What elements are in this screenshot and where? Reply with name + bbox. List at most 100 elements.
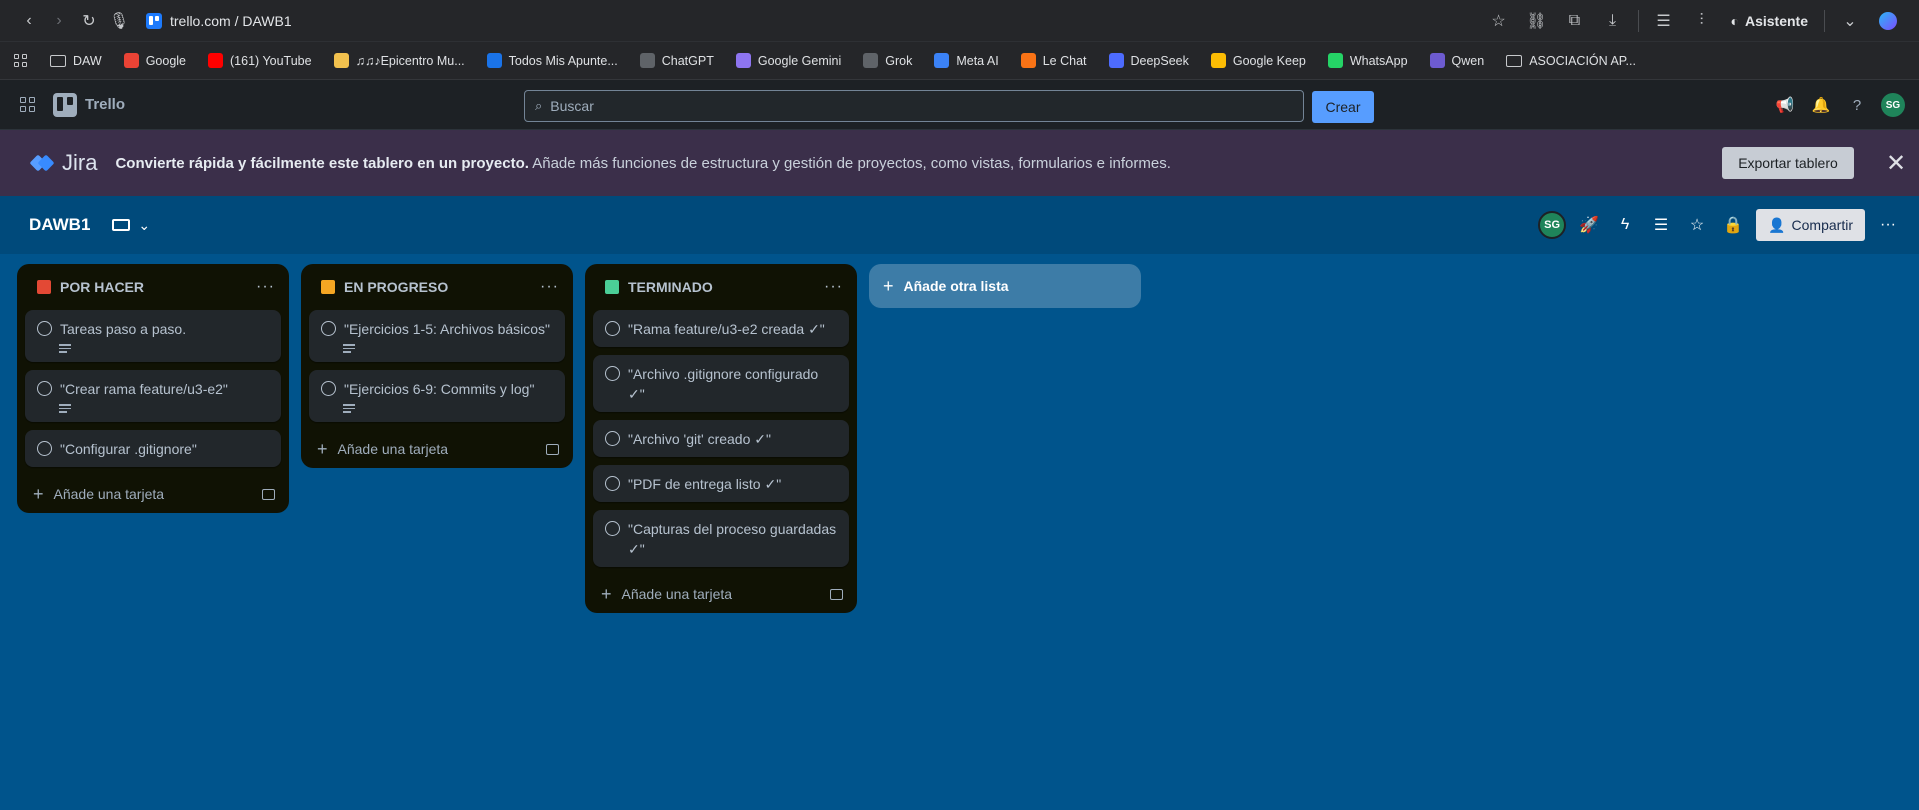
card-title: "Ejercicios 1-5: Archivos básicos" [344, 321, 551, 337]
bookmark-item[interactable]: WhatsApp [1319, 47, 1417, 75]
list-header[interactable]: POR HACER ··· [17, 264, 289, 310]
card-template-icon[interactable] [830, 588, 843, 600]
lock-icon[interactable]: 🔒 [1720, 212, 1746, 238]
bookmark-item[interactable]: DAW [41, 47, 111, 75]
list-title[interactable]: TERMINADO [628, 279, 824, 295]
star-icon[interactable]: ☆ [1482, 6, 1516, 36]
bookmark-item[interactable]: ASOCIACIÓN AP... [1497, 47, 1645, 75]
bookmark-item[interactable]: Google Gemini [727, 47, 850, 75]
card-title: "Capturas del proceso guardadas ✓" [628, 521, 837, 557]
link-icon[interactable]: ⛓ [1520, 6, 1554, 36]
bookmark-label: ChatGPT [661, 53, 714, 68]
card-title: "Archivo .gitignore configurado ✓" [628, 366, 819, 402]
star-icon[interactable]: ☆ [1684, 212, 1710, 238]
bookmark-item[interactable]: Todos Mis Apunte... [478, 47, 627, 75]
create-button[interactable]: Crear [1312, 91, 1374, 123]
search-input[interactable] [550, 98, 1251, 114]
add-card-button[interactable]: + Añade una tarjeta [301, 430, 573, 468]
card-title: "PDF de entrega listo ✓" [628, 476, 782, 492]
list-header[interactable]: EN PROGRESO ··· [301, 264, 573, 310]
card[interactable]: "Archivo 'git' creado ✓" [593, 420, 849, 457]
card[interactable]: "Archivo .gitignore configurado ✓" [593, 355, 849, 412]
assistant-button[interactable]: ◐ Asistente [1723, 13, 1817, 29]
search-box[interactable]: ⌕ [524, 90, 1304, 122]
bookmark-item[interactable]: Meta AI [925, 47, 1007, 75]
chevron-down-icon[interactable]: ⌄ [1833, 6, 1867, 36]
help-icon[interactable]: ? [1845, 93, 1869, 117]
card-complete-checkbox[interactable] [605, 431, 620, 446]
list-column[interactable]: TERMINADO ··· "Rama feature/u3-e2 creada ✓… [585, 264, 857, 613]
forward-icon[interactable]: › [44, 6, 74, 36]
card[interactable]: "Ejercicios 1-5: Archivos básicos" [309, 310, 565, 362]
close-icon[interactable]: ✕ [1880, 147, 1912, 179]
card-complete-checkbox[interactable] [605, 366, 620, 381]
list-header[interactable]: TERMINADO ··· [585, 264, 857, 310]
card-complete-checkbox[interactable] [605, 321, 620, 336]
audio-wave-icon[interactable]: ⫶ [1685, 6, 1719, 36]
card[interactable]: "Crear rama feature/u3-e2" [25, 370, 281, 422]
board-view-switcher[interactable]: ⌄ [112, 217, 150, 234]
extensions-icon[interactable]: ⧉ [1558, 6, 1592, 36]
list-menu-icon[interactable]: ··· [540, 278, 559, 296]
bookmark-item[interactable]: ♫♫♪Epicentro Mu... [325, 47, 474, 75]
card-complete-checkbox[interactable] [605, 521, 620, 536]
filter-icon[interactable]: ☰ [1648, 212, 1674, 238]
bookmark-item[interactable]: ChatGPT [631, 47, 723, 75]
notes-icon [486, 53, 502, 68]
board-title[interactable]: DAWB1 [29, 215, 90, 235]
card[interactable]: "Rama feature/u3-e2 creada ✓" [593, 310, 849, 347]
list-column[interactable]: EN PROGRESO ··· "Ejercicios 1-5: Archivos … [301, 264, 573, 468]
reload-icon[interactable]: ↻ [74, 6, 104, 36]
card[interactable]: "Ejercicios 6-9: Commits y log" [309, 370, 565, 422]
apps-icon[interactable] [14, 54, 27, 67]
address-bar[interactable]: trello.com / DAWB1 [146, 12, 292, 29]
add-list-button[interactable]: + Añade otra lista [869, 264, 1141, 308]
bookmark-item[interactable]: Le Chat [1012, 47, 1096, 75]
card-complete-checkbox[interactable] [37, 441, 52, 456]
list-menu-icon[interactable]: ··· [824, 278, 843, 296]
list-emoji-icon [37, 280, 51, 294]
card-complete-checkbox[interactable] [321, 321, 336, 336]
bell-icon[interactable]: 🔔 [1809, 93, 1833, 117]
list-menu-icon[interactable]: ··· [256, 278, 275, 296]
bookmark-item[interactable]: Google Keep [1202, 47, 1315, 75]
card-template-icon[interactable] [262, 488, 275, 500]
list-column[interactable]: POR HACER ··· Tareas paso a paso. "Crear ra… [17, 264, 289, 513]
card-complete-checkbox[interactable] [37, 321, 52, 336]
card-template-icon[interactable] [546, 443, 559, 455]
automation-icon[interactable]: ϟ [1612, 212, 1638, 238]
card[interactable]: "Configurar .gitignore" [25, 430, 281, 467]
add-card-button[interactable]: + Añade una tarjeta [17, 475, 289, 513]
add-card-button[interactable]: + Añade una tarjeta [585, 575, 857, 613]
back-icon[interactable]: ‹ [14, 6, 44, 36]
megaphone-icon[interactable]: 📢 [1773, 93, 1797, 117]
card-complete-checkbox[interactable] [605, 476, 620, 491]
member-avatar[interactable]: SG [1538, 211, 1567, 239]
trello-logo[interactable]: Trello [53, 92, 125, 117]
bookmark-item[interactable]: (161) YouTube [199, 47, 321, 75]
copilot-button[interactable] [1871, 6, 1905, 36]
bookmark-item[interactable]: Grok [854, 47, 921, 75]
app-switcher-icon[interactable] [20, 97, 35, 112]
bookmark-item[interactable]: DeepSeek [1100, 47, 1198, 75]
card[interactable]: Tareas paso a paso. [25, 310, 281, 362]
bookmark-label: Grok [885, 53, 913, 68]
card[interactable]: "Capturas del proceso guardadas ✓" [593, 510, 849, 567]
add-card-label: Añade una tarjeta [53, 486, 165, 502]
bookmark-item[interactable]: Google [115, 47, 195, 75]
grok-icon [863, 53, 879, 68]
card-complete-checkbox[interactable] [37, 381, 52, 396]
bookmark-item[interactable]: Qwen [1421, 47, 1494, 75]
card-complete-checkbox[interactable] [321, 381, 336, 396]
microphone-icon[interactable]: 🎙 [104, 6, 134, 36]
list-title[interactable]: POR HACER [60, 279, 256, 295]
card[interactable]: "PDF de entrega listo ✓" [593, 465, 849, 502]
list-title[interactable]: EN PROGRESO [344, 279, 540, 295]
user-avatar[interactable]: SG [1881, 93, 1905, 117]
download-icon[interactable]: ⤓ [1596, 6, 1630, 36]
power-ups-icon[interactable]: 🚀 [1576, 212, 1602, 238]
share-button[interactable]: 👤 Compartir [1756, 209, 1865, 241]
reading-list-icon[interactable]: ☰ [1647, 6, 1681, 36]
export-board-button[interactable]: Exportar tablero [1722, 147, 1854, 179]
more-icon[interactable]: ··· [1875, 212, 1901, 238]
